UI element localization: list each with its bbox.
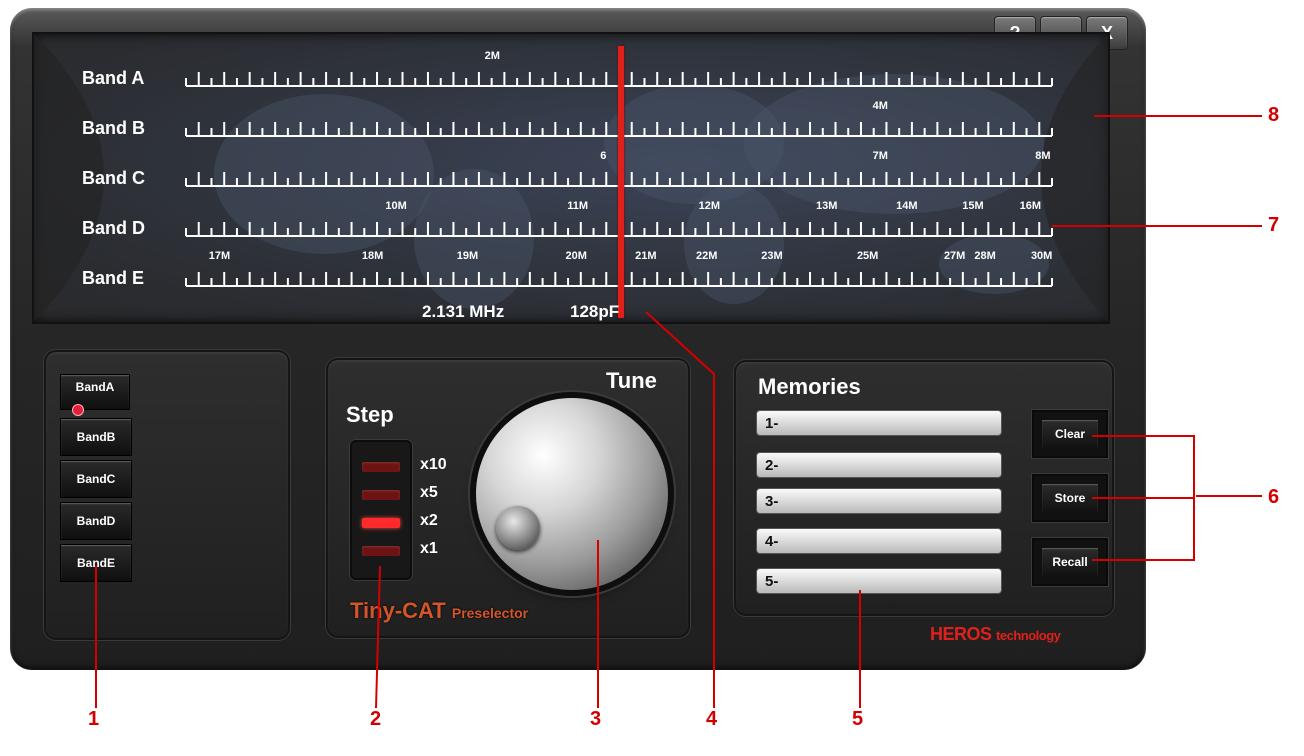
- step-label-x10: x10: [420, 456, 447, 473]
- band-label: Band A: [82, 68, 145, 88]
- product-subtitle: Preselector: [451, 605, 529, 621]
- frequency-mark: 23M: [761, 250, 783, 262]
- callout-1: 1: [88, 708, 100, 730]
- clear-button-label: Clear: [1042, 420, 1098, 448]
- memory-slot-4[interactable]: 4-: [756, 528, 1002, 554]
- step-title: Step: [346, 402, 394, 427]
- step-led-x1[interactable]: [362, 546, 400, 556]
- knob-grip-dimple[interactable]: [496, 506, 540, 550]
- recall-button[interactable]: Recall: [1032, 538, 1108, 586]
- frequency-mark: 19M: [456, 250, 479, 262]
- callout-4: 4: [706, 708, 718, 730]
- frequency-mark: 7M: [872, 150, 888, 162]
- callout-2: 2: [370, 708, 382, 730]
- memories-title: Memories: [758, 374, 861, 399]
- callout-6: 6: [1268, 486, 1280, 508]
- store-button[interactable]: Store: [1032, 474, 1108, 522]
- product-name: Tiny-CAT: [350, 598, 446, 623]
- memory-slot-5[interactable]: 5-: [756, 568, 1002, 594]
- memory-slot-1[interactable]: 1-: [756, 410, 1002, 436]
- step-led-x5[interactable]: [362, 490, 400, 500]
- frequency-mark: 8M: [1035, 150, 1051, 162]
- band-button-bandd[interactable]: BandD: [60, 502, 132, 540]
- frequency-mark: 27M: [943, 250, 966, 262]
- band-button-bandc[interactable]: BandC: [60, 460, 132, 498]
- frequency-mark: 14M: [896, 200, 918, 212]
- step-label-x1: x1: [420, 540, 438, 557]
- frequency-mark: 28M: [974, 250, 996, 262]
- band-button-bande[interactable]: BandE: [60, 544, 132, 582]
- frequency-mark: 20M: [565, 250, 587, 262]
- frequency-mark: 2M: [484, 50, 500, 62]
- memory-slot-2[interactable]: 2-: [756, 452, 1002, 478]
- step-led-x10[interactable]: [362, 462, 400, 472]
- clear-button[interactable]: Clear: [1032, 410, 1108, 458]
- frequency-dial[interactable]: Band A 2M Band B 4M Band C 6 7M 8M Band D 10M 11M 1…: [32, 32, 1110, 324]
- band-button-bandb[interactable]: BandB: [60, 418, 132, 456]
- manufacturer-name: HEROS: [930, 624, 992, 644]
- recall-button-label: Recall: [1042, 548, 1098, 576]
- frequency-mark: 30M: [1030, 250, 1053, 262]
- frequency-mark: 16M: [1019, 200, 1042, 212]
- frequency-mark: 13M: [816, 200, 838, 212]
- frequency-readout: 2.131 MHz: [422, 302, 505, 321]
- frequency-mark: 17M: [208, 250, 231, 262]
- callout-3: 3: [590, 708, 602, 730]
- memory-slot-3[interactable]: 3-: [756, 488, 1002, 514]
- frequency-mark: 15M: [962, 200, 984, 212]
- selected-band-indicator: [72, 404, 84, 416]
- callout-8: 8: [1268, 104, 1280, 126]
- frequency-mark: 12M: [698, 200, 721, 212]
- callout-5: 5: [852, 708, 864, 730]
- step-label-x5: x5: [420, 484, 438, 501]
- step-led-x2[interactable]: [362, 518, 400, 528]
- frequency-mark: 21M: [635, 250, 657, 262]
- product-brand: Tiny-CAT Preselector: [350, 598, 528, 624]
- manufacturer-logo: HEROS technology: [930, 624, 1061, 645]
- band-label: Band E: [82, 268, 145, 288]
- band-label: Band C: [82, 168, 145, 188]
- step-selector: [350, 440, 412, 580]
- tuning-needle[interactable]: [618, 46, 624, 318]
- tune-knob[interactable]: [476, 398, 668, 590]
- frequency-mark: 11M: [567, 200, 589, 212]
- frequency-mark: 6: [600, 150, 607, 162]
- band-label: Band D: [82, 218, 145, 238]
- frequency-mark: 25M: [856, 250, 879, 262]
- manufacturer-subtitle: technology: [996, 628, 1061, 643]
- callout-7: 7: [1268, 214, 1280, 236]
- frequency-mark: 22M: [696, 250, 718, 262]
- frequency-mark: 18M: [361, 250, 384, 262]
- store-button-label: Store: [1042, 484, 1098, 512]
- step-label-x2: x2: [420, 512, 438, 529]
- band-label: Band B: [82, 118, 145, 138]
- tune-title: Tune: [606, 368, 657, 393]
- capacitance-readout: 128pF: [570, 302, 620, 321]
- frequency-mark: 4M: [872, 100, 888, 112]
- frequency-mark: 10M: [385, 200, 407, 212]
- band-button-banda[interactable]: BandA: [60, 374, 130, 410]
